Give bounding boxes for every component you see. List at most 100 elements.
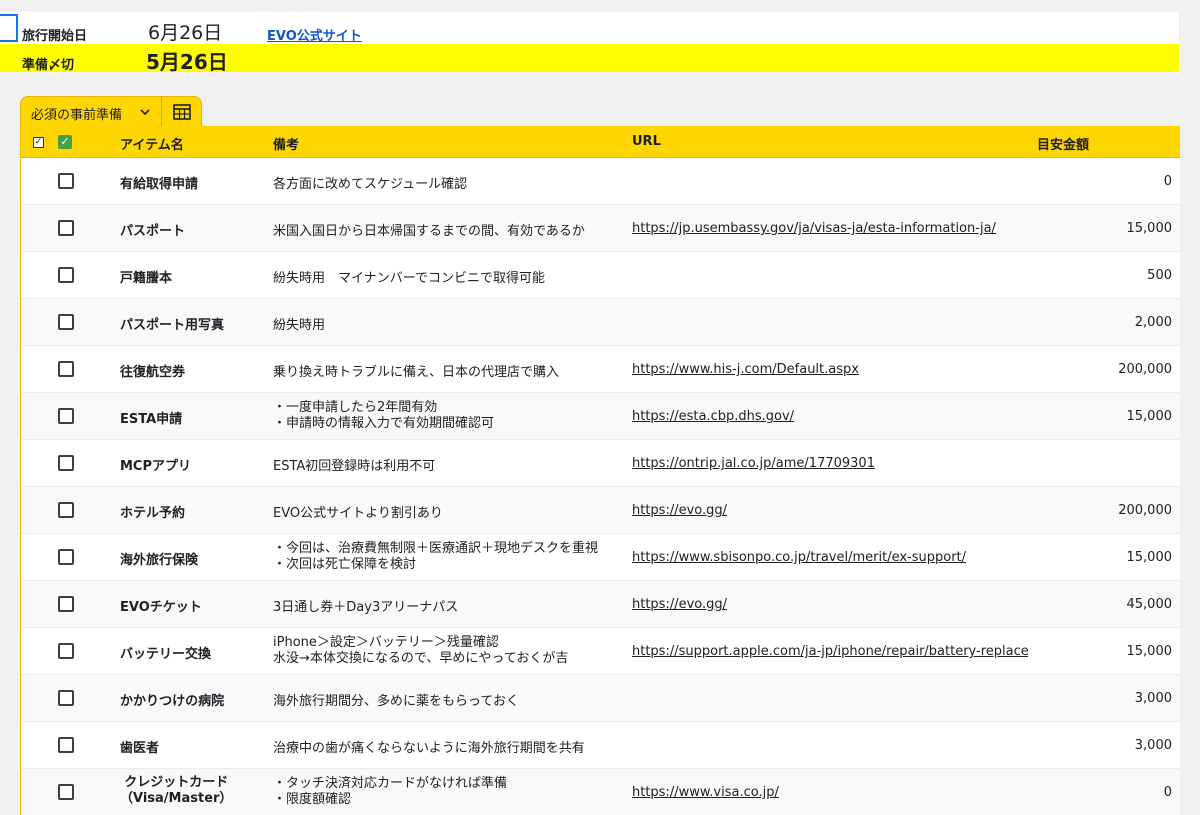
row-checkbox[interactable] (58, 361, 74, 377)
item-note[interactable]: ・今回は、治療費無制限＋医療通訳＋現地デスクを重視 ・次回は死亡保障を検討 (273, 541, 598, 573)
item-note-line: ・今回は、治療費無制限＋医療通訳＋現地デスクを重視 (273, 541, 599, 556)
chevron-down-icon[interactable] (138, 105, 152, 119)
row-checkbox[interactable] (58, 596, 74, 612)
evo-official-site-link[interactable]: EVO公式サイト (267, 25, 362, 44)
item-amount[interactable]: 200,000 (1118, 362, 1172, 377)
item-amount[interactable]: 3,000 (1135, 738, 1172, 753)
item-url-link[interactable]: https://www.sbisonpo.co.jp/travel/merit/… (632, 550, 966, 565)
item-amount[interactable]: 15,000 (1127, 409, 1173, 424)
item-name[interactable]: 往復航空券 (120, 361, 185, 380)
row-checkbox[interactable] (58, 314, 74, 330)
row-checkbox[interactable] (58, 737, 74, 753)
item-note[interactable]: 乗り換え時トラブルに備え、日本の代理店で購入 (273, 361, 559, 380)
table-row: 戸籍謄本 紛失時用 マイナンバーでコンビニで取得可能 500 (21, 252, 1180, 299)
item-name[interactable]: ホテル予約 (120, 502, 185, 521)
item-url-link[interactable]: https://support.apple.com/ja-jp/iphone/r… (632, 644, 1028, 659)
item-amount[interactable]: 45,000 (1127, 597, 1173, 612)
item-name[interactable]: パスポート (120, 220, 185, 239)
item-note[interactable]: 米国入国日から日本帰国するまでの間、有効であるか (273, 220, 585, 239)
row-checkbox[interactable] (58, 408, 74, 424)
col-header-note[interactable]: 備考 (273, 134, 299, 153)
row-checkbox[interactable] (58, 784, 74, 800)
item-name[interactable]: ESTA申請 (120, 408, 182, 427)
item-note-line: 治療中の歯が痛くならないように海外旅行期間を共有 (273, 741, 585, 756)
row-checkbox[interactable] (58, 643, 74, 659)
item-note[interactable]: 海外旅行期間分、多めに薬をもらっておく (273, 690, 519, 709)
item-url-link[interactable]: https://jp.usembassy.gov/ja/visas-ja/est… (632, 221, 996, 236)
item-name-line: （Visa/Master） (120, 791, 233, 806)
item-amount[interactable]: 15,000 (1127, 644, 1173, 659)
row-checkbox[interactable] (58, 173, 74, 189)
item-amount[interactable]: 15,000 (1127, 221, 1173, 236)
item-note-line: ・限度額確認 (273, 792, 352, 807)
item-name-line: ESTA申請 (120, 412, 183, 427)
item-name[interactable]: バッテリー交換 (120, 643, 211, 662)
table-row: EVOチケット 3日通し券＋Day3アリーナパス https://evo.gg/45… (21, 581, 1180, 628)
item-amount[interactable]: 2,000 (1135, 315, 1172, 330)
item-url-link[interactable]: https://www.his-j.com/Default.aspx (632, 362, 859, 377)
deadline-row: 準備〆切 5月26日 (0, 44, 1179, 75)
item-name[interactable]: クレジットカード （Visa/Master） (120, 775, 232, 807)
row-checkbox[interactable] (58, 220, 74, 236)
item-note[interactable]: iPhone＞設定＞バッテリー＞残量確認 水没→本体交換になるので、早めにやってお… (273, 635, 568, 667)
item-note-line: 紛失時用 (273, 318, 326, 333)
item-name[interactable]: 海外旅行保険 (120, 549, 198, 568)
item-url-link[interactable]: https://esta.cbp.dhs.gov/ (632, 409, 794, 424)
item-name[interactable]: 有給取得申請 (120, 173, 198, 192)
item-name-line: かかりつけの病院 (120, 694, 225, 709)
item-note-line: 各方面に改めてスケジュール確認 (273, 177, 468, 192)
item-note[interactable]: 治療中の歯が痛くならないように海外旅行期間を共有 (273, 737, 585, 756)
item-amount[interactable]: 15,000 (1127, 550, 1173, 565)
item-name-line: 戸籍謄本 (120, 271, 173, 286)
item-name[interactable]: EVOチケット (120, 596, 202, 615)
item-name[interactable]: パスポート用写真 (120, 314, 224, 333)
item-name[interactable]: 歯医者 (120, 737, 159, 756)
item-amount[interactable]: 0 (1164, 785, 1172, 800)
table-tab[interactable]: 必須の事前準備 (20, 96, 202, 127)
item-amount[interactable]: 3,000 (1135, 691, 1172, 706)
row-checkbox[interactable] (58, 502, 74, 518)
table-view-icon[interactable] (172, 103, 192, 121)
start-date-value[interactable]: 6月26日 (148, 18, 222, 45)
tab-divider (161, 97, 162, 127)
col-header-item[interactable]: アイテム名 (120, 134, 184, 153)
item-note[interactable]: 各方面に改めてスケジュール確認 (273, 173, 467, 192)
item-note[interactable]: ・タッチ決済対応カードがなければ準備 ・限度額確認 (273, 776, 507, 808)
item-name-line: パスポート用写真 (120, 318, 225, 333)
table-row: MCPアプリ ESTA初回登録時は利用不可 https://ontrip.jal.c… (21, 440, 1180, 487)
row-checkbox[interactable] (58, 455, 74, 471)
table-row: 歯医者 治療中の歯が痛くならないように海外旅行期間を共有 3,000 (21, 722, 1180, 769)
item-note[interactable]: ESTA初回登録時は利用不可 (273, 455, 435, 474)
col-header-amount[interactable]: 目安金額 (1037, 134, 1089, 153)
item-note-line: ・次回は死亡保障を検討 (273, 557, 417, 572)
trip-header: 旅行開始日 6月26日 EVO公式サイト 準備〆切 5月26日 (0, 12, 1179, 75)
start-date-row: 旅行開始日 6月26日 EVO公式サイト (0, 12, 1179, 44)
item-note[interactable]: 紛失時用 マイナンバーでコンビニで取得可能 (273, 267, 545, 286)
item-url-link[interactable]: https://evo.gg/ (632, 597, 727, 612)
select-all-checkbox-icon[interactable]: ✓ (33, 137, 44, 148)
col-header-url[interactable]: URL (632, 134, 661, 149)
item-url-link[interactable]: https://evo.gg/ (632, 503, 727, 518)
item-name[interactable]: かかりつけの病院 (120, 690, 224, 709)
item-name[interactable]: 戸籍謄本 (120, 267, 172, 286)
item-amount[interactable]: 200,000 (1118, 503, 1172, 518)
item-note-line: 米国入国日から日本帰国するまでの間、有効であるか (273, 224, 585, 239)
item-amount[interactable]: 500 (1147, 268, 1172, 283)
row-checkbox[interactable] (58, 549, 74, 565)
item-note[interactable]: 紛失時用 (273, 314, 325, 333)
item-amount[interactable]: 0 (1164, 174, 1172, 189)
item-name[interactable]: MCPアプリ (120, 455, 191, 474)
row-checkbox[interactable] (58, 690, 74, 706)
item-name-line: 有給取得申請 (120, 177, 199, 192)
item-url-link[interactable]: https://ontrip.jal.co.jp/ame/17709301 (632, 456, 875, 471)
row-checkbox[interactable] (58, 267, 74, 283)
item-note-line: 水没→本体交換になるので、早めにやっておくが吉 (273, 651, 569, 666)
table-row: 有給取得申請 各方面に改めてスケジュール確認 0 (21, 158, 1180, 205)
table-row: かかりつけの病院 海外旅行期間分、多めに薬をもらっておく 3,000 (21, 675, 1180, 722)
item-note[interactable]: EVO公式サイトより割引あり (273, 502, 443, 521)
deadline-value[interactable]: 5月26日 (146, 46, 228, 75)
tab-label[interactable]: 必須の事前準備 (31, 104, 122, 123)
item-note[interactable]: 3日通し券＋Day3アリーナパス (273, 596, 458, 615)
item-url-link[interactable]: https://www.visa.co.jp/ (632, 785, 779, 800)
item-note[interactable]: ・一度申請したら2年間有効 ・申請時の情報入力で有効期間確認可 (273, 400, 494, 432)
